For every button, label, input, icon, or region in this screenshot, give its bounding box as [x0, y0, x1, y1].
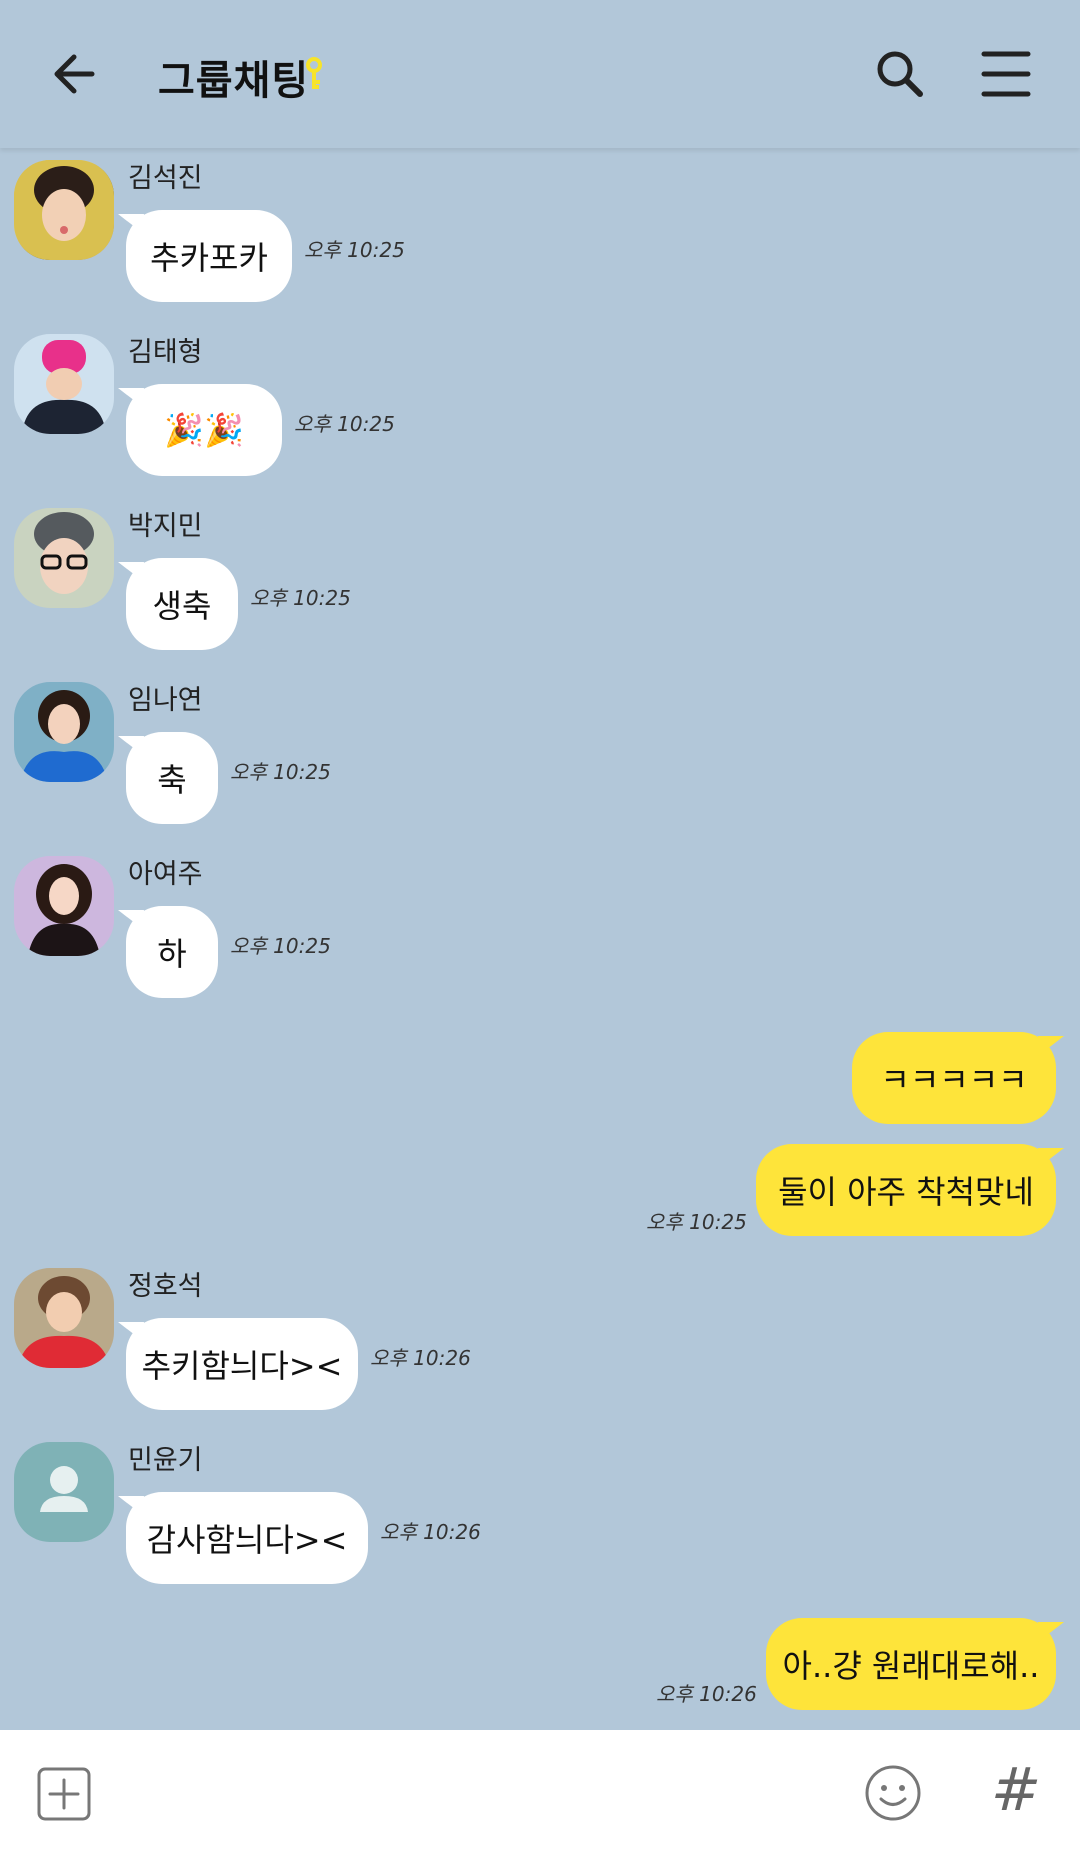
search-icon [877, 51, 923, 97]
profile-photo [14, 682, 114, 782]
search-button[interactable] [870, 44, 930, 104]
message-time: 오후 10:25 [250, 586, 351, 610]
message-time: 오후 10:25 [230, 934, 331, 958]
emoji-button[interactable] [864, 1764, 922, 1822]
back-button[interactable] [48, 44, 108, 104]
sender-name: 김태형 [128, 337, 203, 368]
message-bubble-outgoing[interactable]: 둘이 아주 착척맞네 [756, 1144, 1056, 1236]
hamburger-menu-icon [981, 51, 1031, 97]
sender-name: 임나연 [128, 685, 203, 716]
message-time: 오후 10:26 [370, 1346, 471, 1370]
default-avatar[interactable] [14, 1442, 114, 1542]
hash-icon: # [990, 1755, 1042, 1825]
message-bubble-outgoing[interactable]: ㅋㅋㅋㅋㅋ [852, 1032, 1056, 1124]
avatar[interactable] [14, 508, 114, 608]
message-time: 오후 10:25 [230, 760, 331, 784]
message-list[interactable]: 김석진 추카포카 오후 10:25 김태형 🎉🎉 오후 10:25 박지민 생축… [0, 148, 1080, 1730]
profile-photo [14, 334, 114, 434]
menu-button[interactable] [980, 48, 1032, 100]
message-bubble[interactable]: 🎉🎉 [126, 384, 282, 476]
message-bubble[interactable]: 축 [126, 732, 218, 824]
profile-photo [14, 160, 114, 260]
message-time: 오후 10:26 [656, 1682, 757, 1706]
message-time: 오후 10:25 [304, 238, 405, 262]
plus-square-icon [37, 1767, 91, 1821]
avatar[interactable] [14, 160, 114, 260]
chat-title: 그룹채팅 [158, 58, 310, 104]
profile-photo [14, 508, 114, 608]
chat-header: 그룹채팅 [0, 0, 1080, 148]
hash-button[interactable]: # [986, 1758, 1046, 1822]
message-bubble[interactable]: 감사함늬다>< [126, 1492, 368, 1584]
message-bubble[interactable]: 생축 [126, 558, 238, 650]
message-bubble-outgoing[interactable]: 아..걍 원래대로해.. [766, 1618, 1056, 1710]
sender-name: 아여주 [128, 859, 203, 890]
avatar[interactable] [14, 334, 114, 434]
add-attachment-button[interactable] [36, 1766, 92, 1822]
profile-photo [14, 1268, 114, 1368]
message-bubble[interactable]: 하 [126, 906, 218, 998]
sender-name: 민윤기 [128, 1445, 203, 1476]
message-time: 오후 10:25 [646, 1210, 747, 1234]
message-bubble[interactable]: 추키함늬다>< [126, 1318, 358, 1410]
smiley-icon [865, 1765, 921, 1821]
avatar[interactable] [14, 856, 114, 956]
message-time: 오후 10:26 [380, 1520, 481, 1544]
message-input[interactable] [120, 1760, 844, 1828]
sender-name: 김석진 [128, 163, 203, 194]
sender-name: 정호석 [128, 1271, 203, 1302]
arrow-left-icon [54, 54, 95, 94]
message-bubble[interactable]: 추카포카 [126, 210, 292, 302]
message-input-bar: # [0, 1730, 1080, 1857]
key-icon [306, 57, 322, 89]
profile-photo [14, 856, 114, 956]
person-icon [40, 1466, 88, 1512]
message-time: 오후 10:25 [294, 412, 395, 436]
avatar[interactable] [14, 682, 114, 782]
sender-name: 박지민 [128, 511, 203, 542]
avatar[interactable] [14, 1268, 114, 1368]
